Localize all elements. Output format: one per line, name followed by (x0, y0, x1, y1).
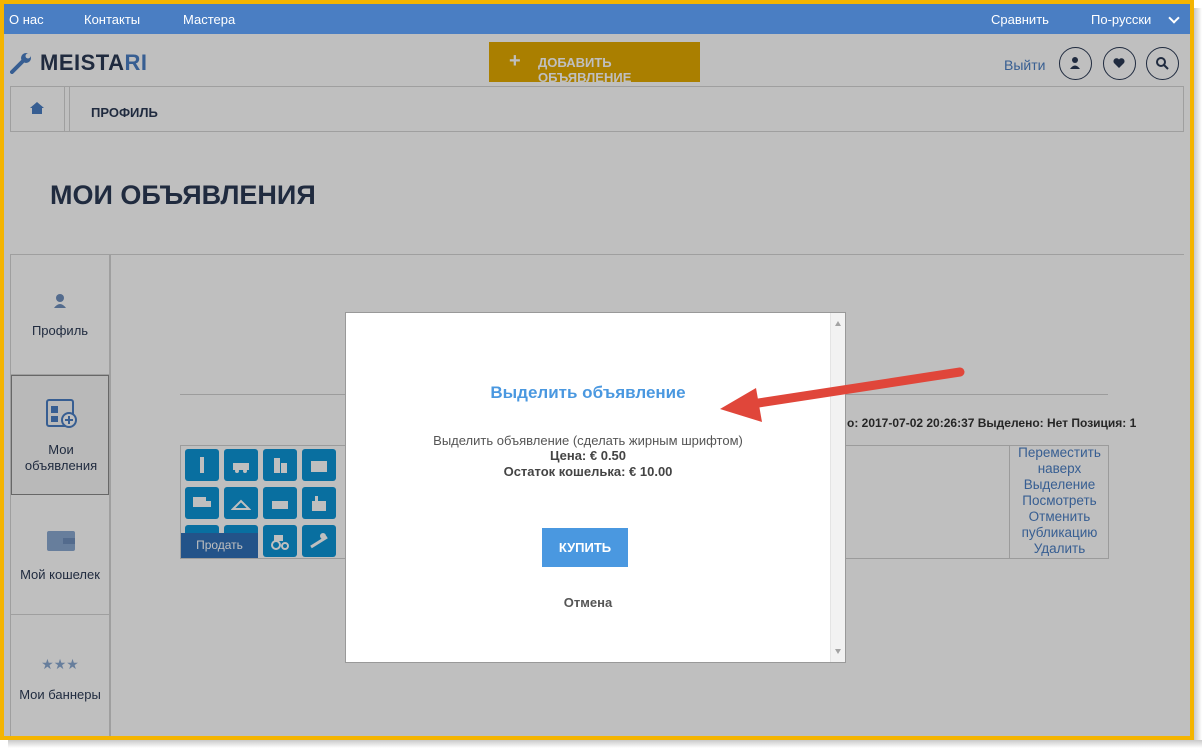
annotation-arrow-icon (720, 367, 965, 422)
frame-shadow-bottom (8, 740, 1202, 748)
screenshot-frame: О нас Контакты Мастера Сравнить По-русск… (0, 0, 1194, 740)
frame-shadow-right (1194, 8, 1202, 746)
